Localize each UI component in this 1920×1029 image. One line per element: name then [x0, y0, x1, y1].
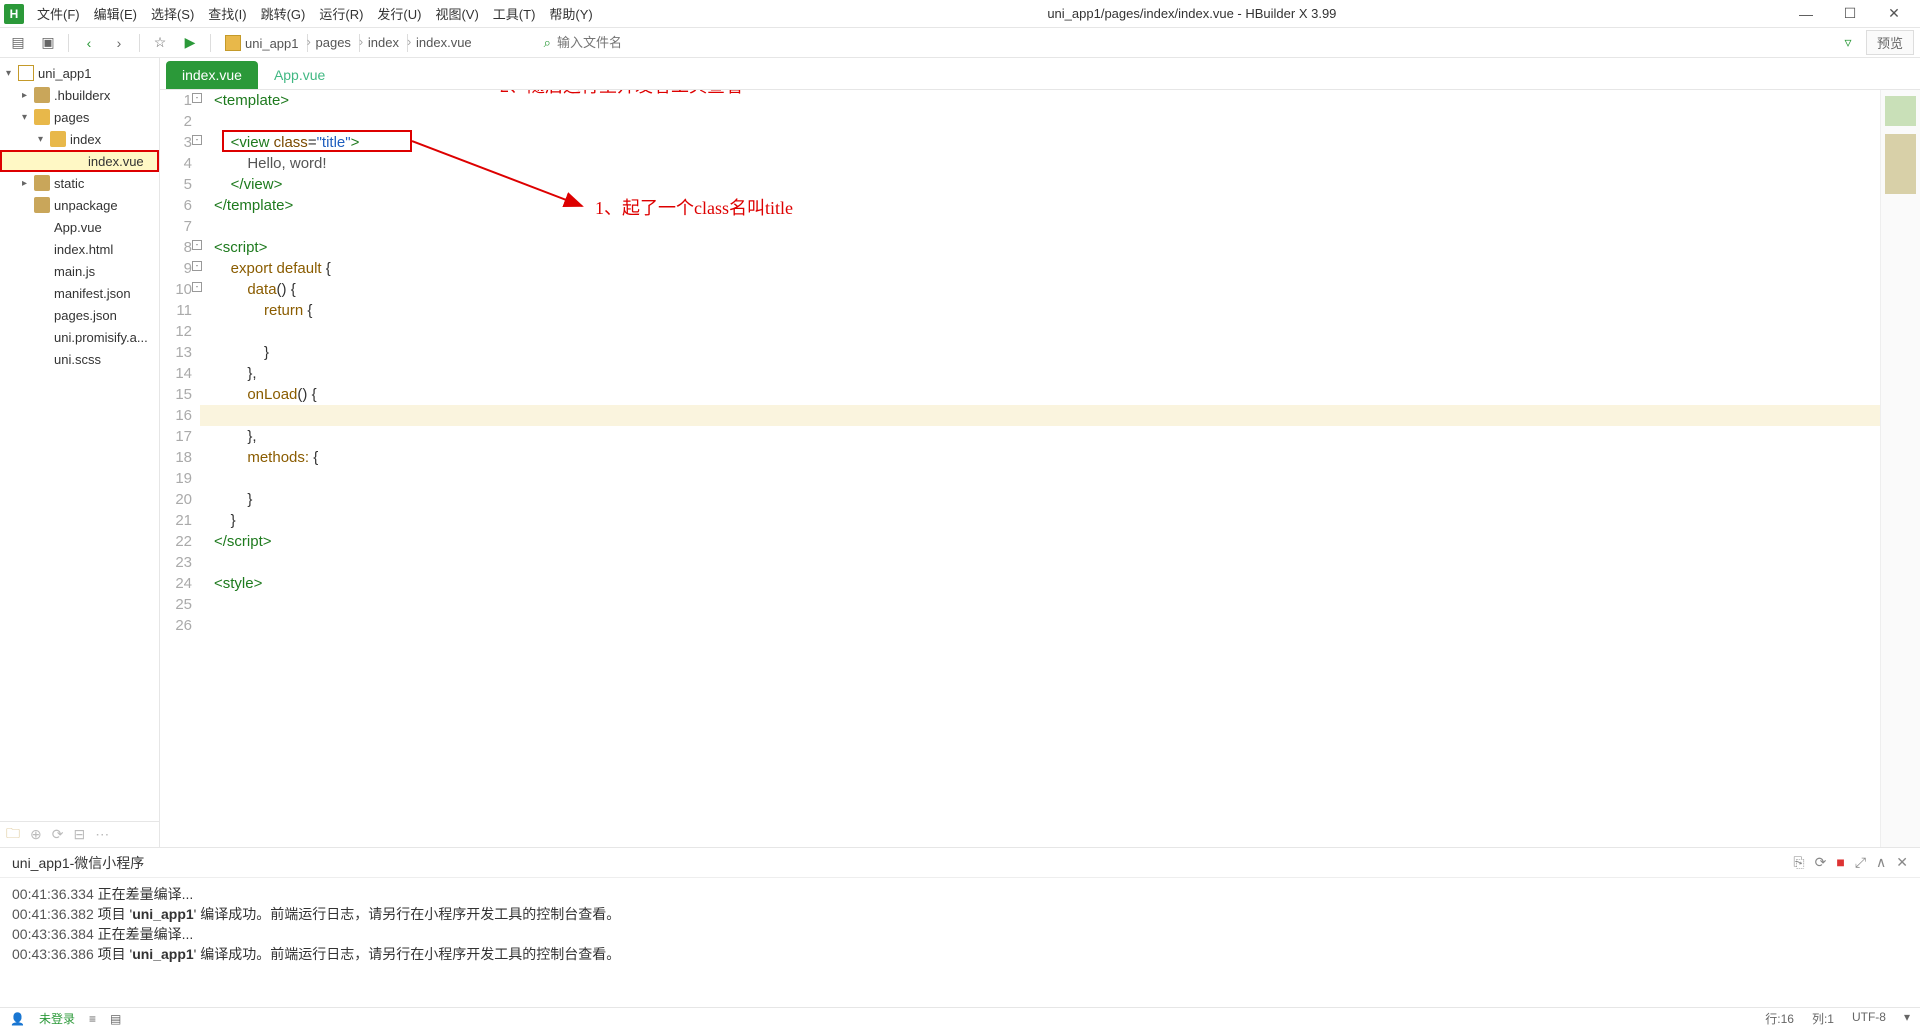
- preview-button[interactable]: 预览: [1866, 30, 1914, 55]
- tree-item[interactable]: unpackage: [0, 194, 159, 216]
- tool-icon[interactable]: ⟳: [52, 826, 64, 843]
- console-output[interactable]: 00:41:36.334 正在差量编译...00:41:36.382 项目 'u…: [0, 878, 1920, 1007]
- breadcrumb-item[interactable]: uni_app1: [219, 35, 305, 51]
- tree-item[interactable]: index.vue: [0, 150, 159, 172]
- menu-item[interactable]: 帮助(Y): [542, 7, 599, 22]
- menu-item[interactable]: 视图(V): [428, 7, 485, 22]
- tree-item[interactable]: ▸static: [0, 172, 159, 194]
- app-logo: H: [4, 4, 24, 24]
- console-panel: uni_app1-微信小程序 ⎘ ⟳ ■ ⤢ ∧ ✕ 00:41:36.334 …: [0, 847, 1920, 1007]
- code-body[interactable]: 1、起了一个class名叫title 2、随后运行至开发者工具查看 <templ…: [200, 90, 1920, 847]
- forward-icon[interactable]: ›: [107, 31, 131, 55]
- sidebar: ▾uni_app1▸.hbuilderx▾pages▾indexindex.vu…: [0, 58, 160, 847]
- tree-item[interactable]: pages.json: [0, 304, 159, 326]
- editor-area: index.vueApp.vue 1-23-45678-9-10-1112131…: [160, 58, 1920, 847]
- sidebar-tools: 🗀 ⊕ ⟳ ⊟ ⋯: [0, 821, 159, 847]
- login-status[interactable]: 未登录: [39, 1010, 75, 1027]
- menubar: H 文件(F)编辑(E)选择(S)查找(I)跳转(G)运行(R)发行(U)视图(…: [0, 0, 1920, 28]
- tree-item[interactable]: uni.scss: [0, 348, 159, 370]
- tree-item[interactable]: App.vue: [0, 216, 159, 238]
- tree-item[interactable]: index.html: [0, 238, 159, 260]
- menu-item[interactable]: 编辑(E): [87, 7, 144, 22]
- console-tool-icon[interactable]: ⤢: [1855, 854, 1866, 871]
- close-icon[interactable]: ✕: [1872, 0, 1916, 28]
- tree-item[interactable]: ▸.hbuilderx: [0, 84, 159, 106]
- new-file-icon[interactable]: ▤: [6, 31, 30, 55]
- status-icon[interactable]: ▾: [1904, 1010, 1910, 1027]
- status-bar: 👤 未登录 ≡ ▤ 行:16 列:1 UTF-8 ▾: [0, 1007, 1920, 1029]
- run-icon[interactable]: ▶: [178, 31, 202, 55]
- menu-item[interactable]: 发行(U): [370, 7, 428, 22]
- file-search[interactable]: ⌕: [544, 35, 697, 51]
- tree-item[interactable]: ▾uni_app1: [0, 62, 159, 84]
- menu-item[interactable]: 选择(S): [144, 7, 201, 22]
- toolbar: ▤ ▣ ‹ › ☆ ▶ uni_app1›pages›index›index.v…: [0, 28, 1920, 58]
- main-area: ▾uni_app1▸.hbuilderx▾pages▾indexindex.vu…: [0, 58, 1920, 847]
- console-tool-icon[interactable]: ⟳: [1815, 854, 1827, 871]
- folder-tool-icon[interactable]: 🗀: [6, 823, 20, 847]
- back-icon[interactable]: ‹: [77, 31, 101, 55]
- console-header: uni_app1-微信小程序 ⎘ ⟳ ■ ⤢ ∧ ✕: [0, 848, 1920, 878]
- search-icon: ⌕: [544, 35, 551, 51]
- console-close-icon[interactable]: ✕: [1896, 854, 1908, 871]
- menu-item[interactable]: 跳转(G): [254, 7, 313, 22]
- console-tool-icon[interactable]: ⎘: [1793, 854, 1804, 871]
- menu-item[interactable]: 运行(R): [312, 7, 370, 22]
- star-icon[interactable]: ☆: [148, 31, 172, 55]
- tool-icon[interactable]: ⊕: [30, 826, 42, 843]
- status-icon[interactable]: ≡: [89, 1012, 96, 1026]
- menu-item[interactable]: 查找(I): [201, 7, 253, 22]
- breadcrumb: uni_app1›pages›index›index.vue: [219, 34, 478, 52]
- code-editor[interactable]: 1-23-45678-9-10-111213141516171819202122…: [160, 90, 1920, 847]
- tree-item[interactable]: uni.promisify.a...: [0, 326, 159, 348]
- line-gutter: 1-23-45678-9-10-111213141516171819202122…: [160, 90, 200, 847]
- editor-tab[interactable]: index.vue: [166, 61, 258, 89]
- status-icon[interactable]: ▤: [110, 1012, 121, 1026]
- save-icon[interactable]: ▣: [36, 31, 60, 55]
- console-stop-icon[interactable]: ■: [1836, 854, 1844, 871]
- minimize-icon[interactable]: —: [1784, 0, 1828, 28]
- tree-item[interactable]: main.js: [0, 260, 159, 282]
- tool-icon[interactable]: ⊟: [73, 826, 85, 843]
- encoding[interactable]: UTF-8: [1852, 1010, 1886, 1027]
- minimap[interactable]: [1880, 90, 1920, 847]
- tree-item[interactable]: manifest.json: [0, 282, 159, 304]
- console-title: uni_app1-微信小程序: [12, 853, 144, 873]
- tree-item[interactable]: ▾index: [0, 128, 159, 150]
- tree-item[interactable]: ▾pages: [0, 106, 159, 128]
- filter-icon[interactable]: ▿: [1836, 31, 1860, 55]
- editor-tab[interactable]: App.vue: [258, 61, 341, 89]
- breadcrumb-item[interactable]: pages: [310, 35, 357, 50]
- cursor-col: 列:1: [1812, 1010, 1834, 1027]
- menu-item[interactable]: 文件(F): [30, 7, 87, 22]
- console-tool-icon[interactable]: ∧: [1876, 854, 1886, 871]
- window-title: uni_app1/pages/index/index.vue - HBuilde…: [600, 6, 1784, 21]
- breadcrumb-item[interactable]: index: [362, 35, 405, 50]
- cursor-line: 行:16: [1765, 1010, 1794, 1027]
- menu-item[interactable]: 工具(T): [486, 7, 543, 22]
- breadcrumb-item[interactable]: index.vue: [410, 35, 478, 50]
- file-search-input[interactable]: [557, 35, 697, 50]
- tool-icon[interactable]: ⋯: [95, 826, 109, 843]
- window-controls: — ☐ ✕: [1784, 0, 1916, 28]
- maximize-icon[interactable]: ☐: [1828, 0, 1872, 28]
- editor-tabs: index.vueApp.vue: [160, 58, 1920, 90]
- file-tree: ▾uni_app1▸.hbuilderx▾pages▾indexindex.vu…: [0, 58, 159, 821]
- user-icon[interactable]: 👤: [10, 1012, 25, 1026]
